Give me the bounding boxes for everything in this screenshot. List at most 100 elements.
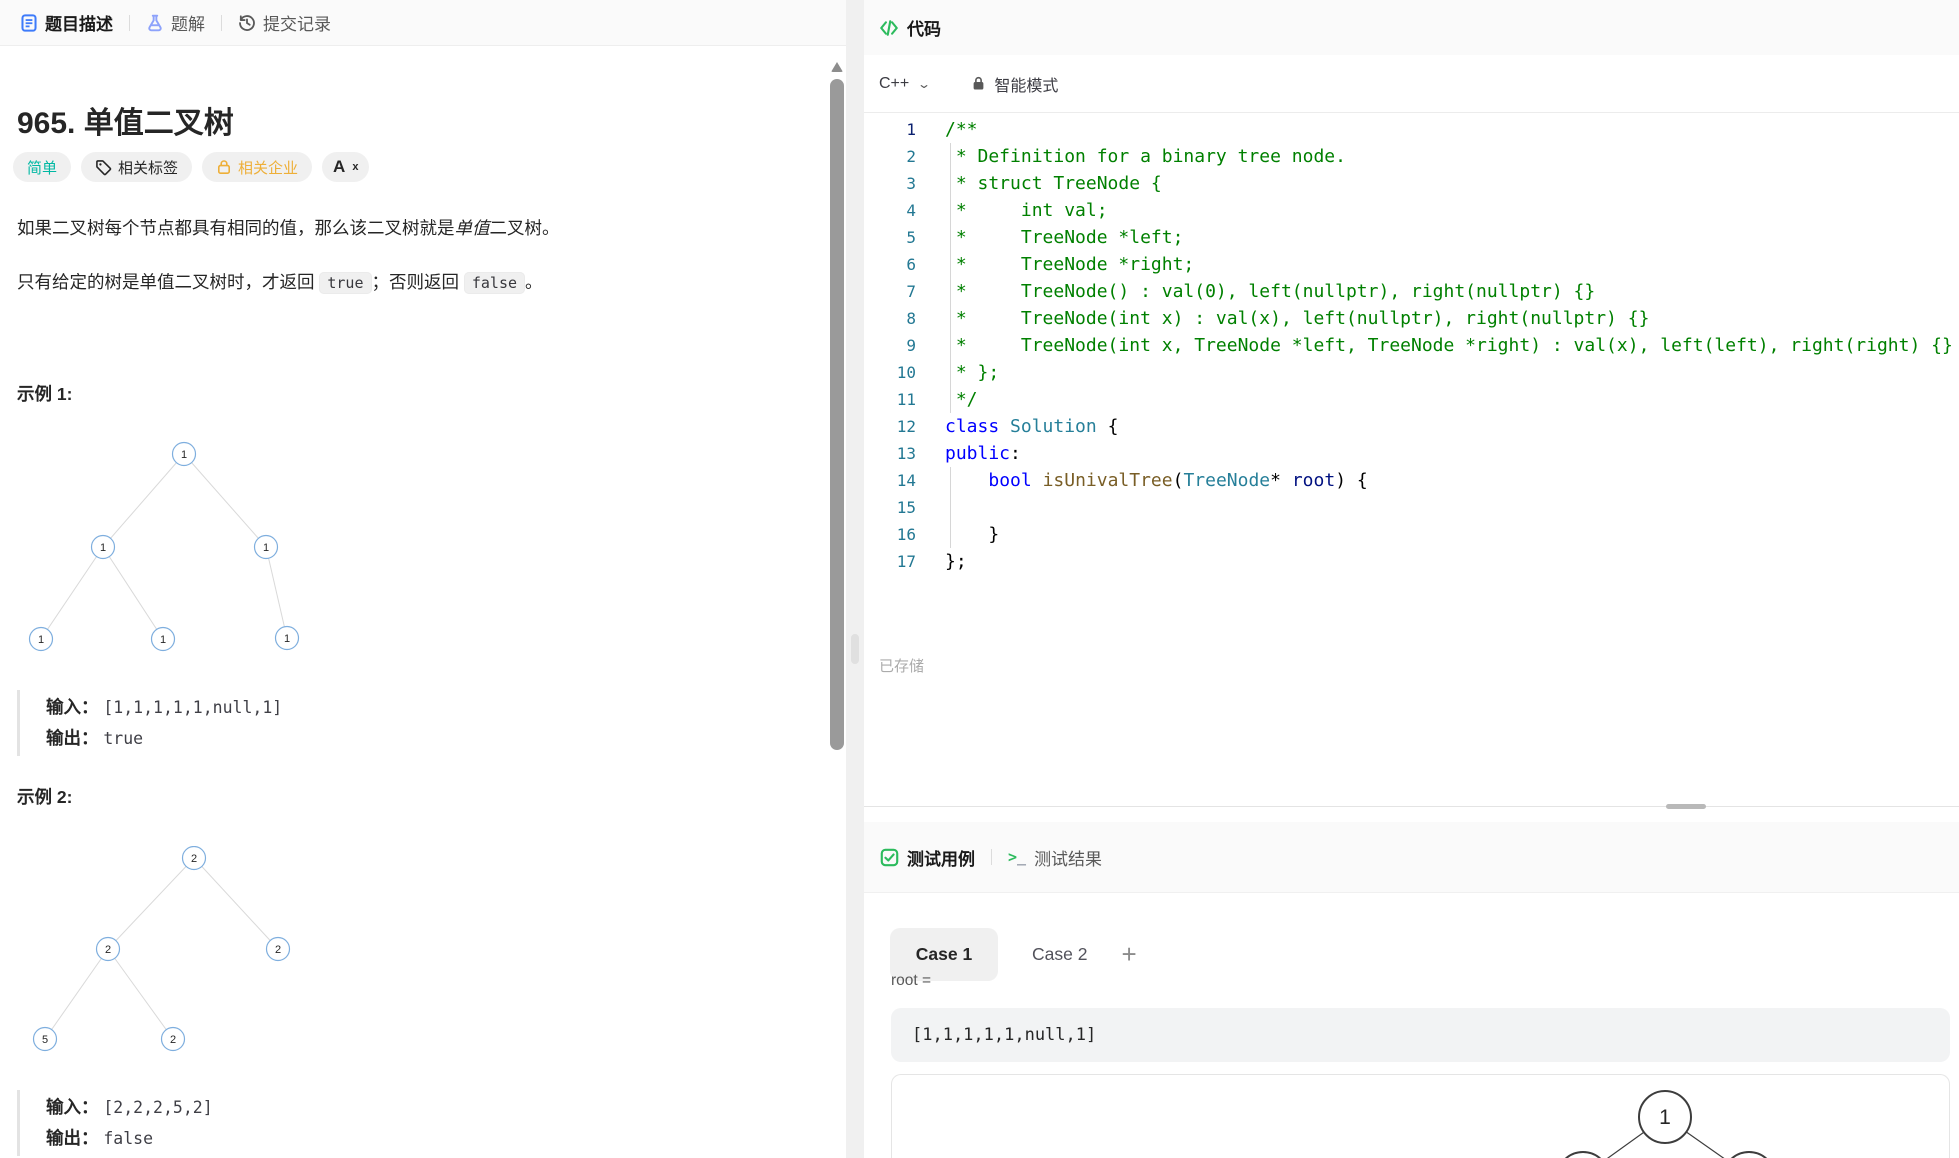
related-companies-button[interactable]: 相关企业 (202, 152, 312, 182)
code-panel-title: 代码 (907, 15, 941, 40)
example-2-tree: 2 2 2 5 2 (0, 846, 330, 1062)
lock-icon (216, 159, 232, 175)
code-line: 9 * TreeNode(int x, TreeNode *left, Tree… (864, 332, 1959, 359)
panel-divider[interactable] (846, 0, 864, 1158)
tab-divider (991, 849, 992, 865)
param-label: root = (891, 972, 931, 990)
tab-divider (129, 15, 130, 31)
tab-testresult-label: 测试结果 (1034, 845, 1102, 870)
line-number: 13 (864, 440, 916, 467)
svg-text:1: 1 (263, 542, 269, 554)
line-number: 9 (864, 332, 916, 359)
code-line: 7 * TreeNode() : val(0), left(nullptr), … (864, 278, 1959, 305)
description-doc-icon (20, 14, 38, 32)
svg-text:1: 1 (284, 633, 290, 645)
language-selector[interactable]: C++ ⌄ (879, 75, 929, 93)
example-1-input: [1,1,1,1,1,null,1] (103, 698, 282, 717)
code-line: 5 * TreeNode *left; (864, 224, 1959, 251)
code-line: 4 * int val; (864, 197, 1959, 224)
svg-text:2: 2 (105, 944, 111, 956)
code-line: 1/** (864, 116, 1959, 143)
code-line: 13public: (864, 440, 1959, 467)
svg-text:1: 1 (100, 542, 106, 554)
svg-text:1: 1 (38, 634, 44, 646)
terminal-icon: >_ (1008, 848, 1026, 866)
indent-guide (950, 467, 951, 548)
line-number: 12 (864, 413, 916, 440)
code-line: 3 * struct TreeNode { (864, 170, 1959, 197)
tab-testcase[interactable]: 测试用例 (880, 845, 975, 870)
code-line: 11 */ (864, 386, 1959, 413)
svg-text:1: 1 (181, 449, 187, 461)
language-label: C++ (879, 75, 909, 93)
flask-icon (146, 14, 164, 32)
line-number: 5 (864, 224, 916, 251)
tag-row: 简单 相关标签 相关企业 Ax (13, 152, 369, 182)
example-1-tree: 1 1 1 1 1 1 (0, 440, 330, 658)
add-case-button[interactable]: + (1121, 939, 1136, 970)
test-tree-visualization: 1 (891, 1074, 1950, 1158)
smart-mode-toggle[interactable]: 智能模式 (971, 72, 1058, 96)
horizontal-split-line (864, 806, 1959, 807)
example-2-output: false (103, 1129, 153, 1148)
svg-text:1: 1 (1659, 1106, 1671, 1129)
code-line: 12class Solution { (864, 413, 1959, 440)
line-number: 3 (864, 170, 916, 197)
code-line: 16 } (864, 521, 1959, 548)
difficulty-badge[interactable]: 简单 (13, 152, 71, 182)
case-2-tab[interactable]: Case 2 (1032, 944, 1087, 965)
panel-divider-handle[interactable] (851, 634, 859, 664)
problem-title: 965. 单值二叉树 (17, 98, 234, 142)
history-clock-icon (238, 14, 256, 32)
problem-content: 965. 单值二叉树 简单 相关标签 相关企业 (0, 46, 846, 1158)
code-line: 17}; (864, 548, 1959, 575)
code-brackets-icon (879, 18, 899, 38)
problem-tabbar: 题目描述 题解 提交记录 (0, 0, 846, 46)
test-tree-svg: 1 (892, 1075, 1949, 1158)
code-line: 14 bool isUnivalTree(TreeNode* root) { (864, 467, 1959, 494)
code-line: 10 * }; (864, 359, 1959, 386)
code-panel-header: 代码 (864, 0, 1959, 55)
horizontal-split-handle[interactable] (1666, 804, 1706, 809)
scroll-up-arrow[interactable] (831, 62, 843, 72)
code-editor[interactable]: 1/**2 * Definition for a binary tree nod… (864, 112, 1959, 772)
line-number: 17 (864, 548, 916, 575)
tab-solutions[interactable]: 题解 (142, 10, 209, 35)
example-1-output: true (103, 729, 143, 748)
tab-testresult[interactable]: >_ 测试结果 (1008, 845, 1102, 870)
example-2-io: 输入： [2,2,2,5,2] 输出： false (17, 1090, 637, 1156)
line-number: 10 (864, 359, 916, 386)
tab-description-label: 题目描述 (45, 10, 113, 35)
checkbox-check-icon (880, 848, 899, 867)
line-number: 11 (864, 386, 916, 413)
description-paragraph-1: 如果二叉树每个节点都具有相同的值，那么该二叉树就是单值二叉树。 (17, 214, 657, 242)
problem-panel: 题目描述 题解 提交记录 965. 单值二叉树 简单 (0, 0, 846, 1158)
chevron-down-icon: ⌄ (917, 77, 931, 91)
line-number: 8 (864, 305, 916, 332)
tab-description[interactable]: 题目描述 (16, 10, 117, 35)
line-number: 15 (864, 494, 916, 521)
tab-submissions-label: 提交记录 (263, 10, 331, 35)
tab-solutions-label: 题解 (171, 10, 205, 35)
code-panel: 代码 C++ ⌄ 智能模式 1/**2 * Definition for a b… (864, 0, 1959, 1158)
text-size-button[interactable]: Ax (322, 152, 369, 182)
code-chip-true: true (319, 272, 371, 294)
left-scrollbar-thumb[interactable] (830, 79, 844, 750)
code-line: 15 (864, 494, 1959, 521)
line-number: 14 (864, 467, 916, 494)
tab-testcase-label: 测试用例 (907, 845, 975, 870)
line-number: 6 (864, 251, 916, 278)
line-number: 1 (864, 116, 916, 143)
svg-text:2: 2 (170, 1034, 176, 1046)
line-number: 2 (864, 143, 916, 170)
example-2-input: [2,2,2,5,2] (103, 1098, 212, 1117)
test-input-field[interactable]: [1,1,1,1,1,null,1] (891, 1008, 1950, 1062)
line-number: 4 (864, 197, 916, 224)
line-number: 16 (864, 521, 916, 548)
svg-text:2: 2 (275, 944, 281, 956)
code-line: 8 * TreeNode(int x) : val(x), left(nullp… (864, 305, 1959, 332)
code-chip-false: false (464, 272, 525, 294)
svg-text:2: 2 (191, 853, 197, 865)
related-tags-button[interactable]: 相关标签 (81, 152, 192, 182)
tab-submissions[interactable]: 提交记录 (234, 10, 335, 35)
